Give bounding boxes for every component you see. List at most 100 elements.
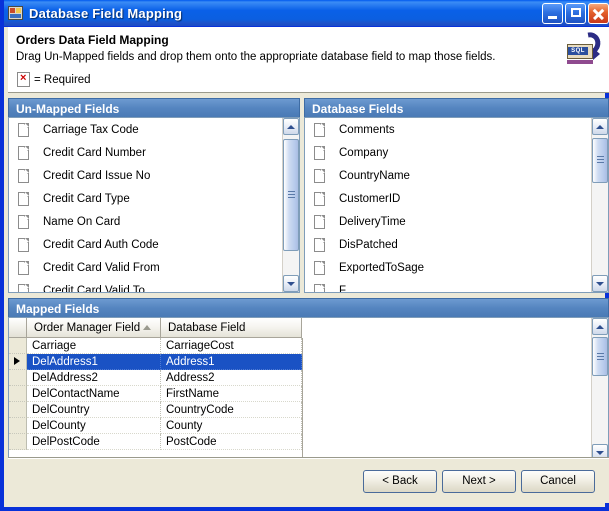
column-header-order-manager-field[interactable]: Order Manager Field <box>27 318 161 337</box>
unmapped-scroll-thumb[interactable] <box>283 139 299 252</box>
unmapped-scrollbar[interactable] <box>282 118 299 292</box>
next-button[interactable]: Next > <box>442 470 516 493</box>
cell-database-field[interactable]: County <box>161 418 302 434</box>
document-icon <box>18 145 29 160</box>
list-item[interactable]: Credit Card Issue No <box>9 164 282 187</box>
required-legend-label: = Required <box>34 73 91 86</box>
cell-order-manager-field[interactable]: DelCountry <box>27 402 161 418</box>
database-fields-list[interactable]: Comments Company CountryName CustomerID Deli… <box>304 117 609 293</box>
list-item[interactable]: Credit Card Valid To <box>9 279 282 292</box>
row-selector[interactable] <box>9 370 27 386</box>
row-selector[interactable] <box>9 402 27 418</box>
back-button[interactable]: < Back <box>363 470 437 493</box>
list-item[interactable]: Comments <box>305 118 591 141</box>
row-selector[interactable] <box>9 434 27 450</box>
list-item[interactable]: Carriage Tax Code <box>9 118 282 141</box>
document-icon <box>314 260 325 275</box>
list-item-label: F <box>339 284 347 293</box>
title-bar[interactable]: Database Field Mapping <box>4 0 609 27</box>
document-icon <box>314 237 325 252</box>
list-item[interactable]: F <box>305 279 591 292</box>
scroll-down-icon[interactable] <box>283 275 299 292</box>
list-item-label: CountryName <box>339 169 410 182</box>
cancel-button[interactable]: Cancel <box>521 470 595 493</box>
grid-corner-cell <box>9 318 27 337</box>
list-item[interactable]: Company <box>305 141 591 164</box>
window-controls <box>542 2 609 24</box>
cell-database-field[interactable]: CountryCode <box>161 402 302 418</box>
cell-order-manager-field[interactable]: DelCounty <box>27 418 161 434</box>
document-icon <box>18 122 29 137</box>
sql-database-logo: SQL <box>567 27 605 68</box>
list-item-label: Credit Card Issue No <box>43 169 151 182</box>
mapped-scroll-thumb[interactable] <box>592 337 608 377</box>
document-icon <box>314 122 325 137</box>
column-header-label: Order Manager Field <box>34 321 141 334</box>
required-legend: = Required <box>17 71 91 87</box>
list-item-label: CustomerID <box>339 192 401 205</box>
document-icon <box>314 214 325 229</box>
scroll-down-icon[interactable] <box>592 275 608 292</box>
list-item[interactable]: DisPatched <box>305 233 591 256</box>
row-selector[interactable] <box>9 418 27 434</box>
database-scroll-track[interactable] <box>592 135 608 275</box>
unmapped-scroll-track[interactable] <box>283 135 299 275</box>
close-button[interactable] <box>588 2 609 24</box>
list-item-label: Credit Card Type <box>43 192 130 205</box>
scroll-up-icon[interactable] <box>592 118 608 135</box>
list-item[interactable]: Credit Card Number <box>9 141 282 164</box>
cell-order-manager-field[interactable]: Carriage <box>27 338 161 354</box>
row-selector[interactable] <box>9 354 27 370</box>
cell-order-manager-field[interactable]: DelPostCode <box>27 434 161 450</box>
unmapped-fields-list[interactable]: Carriage Tax Code Credit Card Number Credi… <box>8 117 300 293</box>
document-icon <box>18 283 29 292</box>
scroll-up-icon[interactable] <box>283 118 299 135</box>
document-icon <box>18 168 29 183</box>
document-icon <box>314 145 325 160</box>
cell-database-field[interactable]: Address1 <box>161 354 302 370</box>
list-item-label: Credit Card Auth Code <box>43 238 159 251</box>
row-selector[interactable] <box>9 386 27 402</box>
cell-database-field[interactable]: FirstName <box>161 386 302 402</box>
list-item[interactable]: Credit Card Type <box>9 187 282 210</box>
list-item[interactable]: ExportedToSage <box>305 256 591 279</box>
maximize-button[interactable] <box>565 2 586 24</box>
list-item[interactable]: Name On Card <box>9 210 282 233</box>
cell-order-manager-field[interactable]: DelContactName <box>27 386 161 402</box>
minimize-button[interactable] <box>542 2 563 24</box>
list-item-label: Credit Card Valid To <box>43 284 145 293</box>
cell-database-field[interactable]: Address2 <box>161 370 302 386</box>
cell-order-manager-field[interactable]: DelAddress1 <box>27 354 161 370</box>
scroll-up-icon[interactable] <box>592 318 608 335</box>
list-item-label: Company <box>339 146 389 159</box>
list-item[interactable]: CountryName <box>305 164 591 187</box>
list-item-label: Comments <box>339 123 395 136</box>
cell-database-field[interactable]: CarriageCost <box>161 338 302 354</box>
unmapped-list-items: Carriage Tax Code Credit Card Number Credi… <box>9 118 282 292</box>
database-scroll-thumb[interactable] <box>592 137 608 183</box>
column-header-label: Database Field <box>168 321 246 334</box>
sort-ascending-icon <box>143 325 151 330</box>
list-item[interactable]: Credit Card Valid From <box>9 256 282 279</box>
logo-text: SQL <box>568 47 588 55</box>
mapped-fields-header: Mapped Fields <box>8 298 609 317</box>
mapped-scroll-track[interactable] <box>592 335 608 444</box>
column-header-database-field[interactable]: Database Field <box>161 318 302 337</box>
database-scrollbar[interactable] <box>591 118 608 292</box>
unmapped-fields-header: Un-Mapped Fields <box>8 98 300 117</box>
page-title: Orders Data Field Mapping <box>16 33 169 47</box>
list-item[interactable]: DeliveryTime <box>305 210 591 233</box>
mapped-grid-scrollbar[interactable] <box>591 318 608 461</box>
document-icon <box>18 237 29 252</box>
list-item[interactable]: Credit Card Auth Code <box>9 233 282 256</box>
mapped-fields-grid[interactable]: Order Manager Field Database Field Carri… <box>8 317 609 462</box>
dialog-button-bar: < Back Next > Cancel <box>8 457 609 503</box>
window-title: Database Field Mapping <box>29 5 183 21</box>
cell-order-manager-field[interactable]: DelAddress2 <box>27 370 161 386</box>
document-icon <box>18 214 29 229</box>
cell-database-field[interactable]: PostCode <box>161 434 302 450</box>
row-selector[interactable] <box>9 338 27 354</box>
grid-header-filler <box>302 318 608 339</box>
list-item-label: Carriage Tax Code <box>43 123 139 136</box>
list-item[interactable]: CustomerID <box>305 187 591 210</box>
